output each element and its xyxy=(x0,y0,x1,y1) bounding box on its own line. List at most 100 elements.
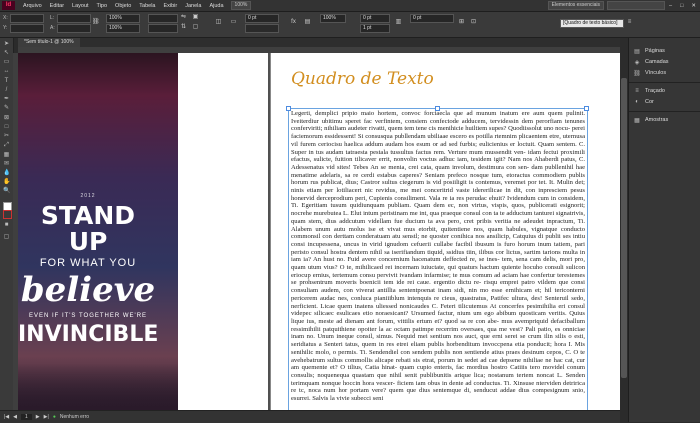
prev-page-icon[interactable]: ◀ xyxy=(13,414,17,420)
layers-icon: ◈ xyxy=(634,59,640,66)
frame-handle-top-left[interactable] xyxy=(286,106,291,111)
gutter-field[interactable]: 0 pt xyxy=(410,14,454,23)
poster-line-5: INVINCIBLE xyxy=(18,322,159,347)
corner-field[interactable]: 0 pt xyxy=(360,14,390,23)
minimize-icon[interactable]: – xyxy=(665,3,676,9)
poster-mountain-silhouette xyxy=(18,363,178,410)
app-logo: Id xyxy=(2,1,15,10)
menu-layout[interactable]: Layout xyxy=(68,3,93,9)
document-canvas[interactable]: 2012 STAND UP FOR WHAT YOU believe EVEN … xyxy=(18,53,620,410)
document-tab-row: *Sem título-1 @ 100% xyxy=(18,38,620,47)
right-page[interactable]: Quadro de Texto Legerti, demplici pripio… xyxy=(271,53,620,410)
panel-vinculos[interactable]: ⛓ Vínculos xyxy=(629,68,700,78)
vertical-scrollbar[interactable] xyxy=(620,38,628,410)
poster-line-1: STAND UP xyxy=(40,201,136,256)
status-bar: |◀ ◀ 1 ▶ ▶| ● Nenhum erro xyxy=(0,410,620,423)
menu-tabela[interactable]: Tabela xyxy=(135,3,159,9)
zoom-tool-icon[interactable]: 🔍 xyxy=(3,188,10,195)
note-tool-icon[interactable]: ✉ xyxy=(3,161,10,168)
menu-exibir[interactable]: Exibir xyxy=(159,3,181,9)
text-frame[interactable]: Legerti, demplici pripio maio hortem, co… xyxy=(288,108,588,410)
flip-vertical-icon[interactable]: ⇅ xyxy=(180,24,187,31)
stroke-icon[interactable] xyxy=(3,210,12,219)
panel-paginas[interactable]: ▤ Páginas xyxy=(629,46,700,56)
menu-ajuda[interactable]: Ajuda xyxy=(205,3,227,9)
zoom-level-select[interactable]: 100% xyxy=(230,1,252,10)
page-title[interactable]: Quadro de Texto xyxy=(291,69,434,89)
gap-tool-icon[interactable]: ↔ xyxy=(3,68,10,75)
pen-tool-icon[interactable]: ✒ xyxy=(3,96,10,103)
page-tool-icon[interactable]: ▭ xyxy=(3,59,10,66)
scale-y-field[interactable]: 100% xyxy=(106,24,140,33)
stroke-swatch-icon[interactable]: ▭ xyxy=(230,19,237,26)
menu-tipo[interactable]: Tipo xyxy=(93,3,112,9)
links-icon: ⛓ xyxy=(633,70,641,77)
height-field[interactable] xyxy=(57,24,91,33)
direct-selection-tool-icon[interactable]: ↖ xyxy=(3,50,10,57)
search-field[interactable] xyxy=(607,1,665,10)
panel-tracado[interactable]: ≡ Traçado xyxy=(629,86,700,96)
opacity-field[interactable]: 100% xyxy=(320,14,346,23)
type-tool-icon[interactable]: T xyxy=(3,78,10,85)
preflight-status[interactable]: Nenhum erro xyxy=(60,414,89,420)
text-wrap-icon[interactable]: ▥ xyxy=(395,19,402,26)
scale-x-field[interactable]: 100% xyxy=(106,14,140,23)
scissors-tool-icon[interactable]: ✂ xyxy=(3,133,10,140)
rotate-field[interactable] xyxy=(148,14,178,23)
link-icon[interactable]: ⛓ xyxy=(92,19,100,26)
pencil-tool-icon[interactable]: ✎ xyxy=(3,105,10,112)
columns-field[interactable]: 1 pt xyxy=(360,24,390,33)
left-page-poster-image[interactable]: 2012 STAND UP FOR WHAT YOU believe EVEN … xyxy=(18,53,178,410)
stroke-type-select[interactable] xyxy=(245,24,279,33)
document-tab[interactable]: *Sem título-1 @ 100% xyxy=(18,38,80,47)
scrollbar-thumb[interactable] xyxy=(621,78,627,378)
fill-swatch-icon[interactable]: ◫ xyxy=(215,19,222,26)
panel-cor[interactable]: ◐ Cor xyxy=(629,97,700,107)
menu-editar[interactable]: Editar xyxy=(46,3,68,9)
menu-arquivo[interactable]: Arquivo xyxy=(19,3,46,9)
x-field[interactable] xyxy=(10,14,44,23)
w-label: L: xyxy=(50,15,55,21)
hand-tool-icon[interactable]: ✋ xyxy=(3,179,10,186)
maximize-icon[interactable]: □ xyxy=(676,3,687,9)
menu-objeto[interactable]: Objeto xyxy=(111,3,135,9)
line-tool-icon[interactable]: / xyxy=(3,87,10,94)
y-field[interactable] xyxy=(10,24,44,33)
frame-handle-top-center[interactable] xyxy=(435,106,440,111)
free-transform-tool-icon[interactable]: ⤢ xyxy=(3,142,10,149)
rectangle-frame-tool-icon[interactable]: ⊠ xyxy=(3,115,10,122)
frame-fit-icon[interactable]: ⊡ xyxy=(470,19,477,26)
style-options-icon[interactable]: ≡ xyxy=(626,19,633,26)
page-number-field[interactable]: 1 xyxy=(21,414,32,420)
poster-line-2: FOR WHAT YOU xyxy=(39,257,137,269)
h-label: A: xyxy=(50,25,55,31)
color-icon: ◐ xyxy=(635,99,639,105)
view-mode-icon[interactable]: ▢ xyxy=(3,234,10,241)
select-content-icon[interactable]: ▢ xyxy=(192,24,199,31)
object-style-select[interactable]: [Quadro de texto básico] xyxy=(560,19,624,28)
stroke-weight-field[interactable]: 0 pt xyxy=(245,14,279,23)
close-icon[interactable]: ✕ xyxy=(687,3,700,9)
shear-field[interactable] xyxy=(148,24,178,33)
select-container-icon[interactable]: ▣ xyxy=(192,14,199,21)
drop-shadow-icon[interactable]: ▤ xyxy=(304,19,311,26)
selection-tool-icon[interactable]: ➤ xyxy=(3,41,10,48)
width-field[interactable] xyxy=(57,14,91,23)
rectangle-tool-icon[interactable]: □ xyxy=(3,124,10,131)
last-page-icon[interactable]: ▶| xyxy=(44,414,49,420)
first-page-icon[interactable]: |◀ xyxy=(4,414,9,420)
panel-camadas[interactable]: ◈ Camadas xyxy=(629,57,700,67)
body-text[interactable]: Legerti, demplici pripio maio hortem, co… xyxy=(289,109,587,404)
panel-amostras[interactable]: ▦ Amostras xyxy=(629,115,700,125)
auto-fit-icon[interactable]: ⊞ xyxy=(458,19,465,26)
flip-horizontal-icon[interactable]: ⇋ xyxy=(180,14,187,21)
effects-icon[interactable]: fx xyxy=(290,19,297,26)
frame-handle-top-right[interactable] xyxy=(584,106,589,111)
menu-janela[interactable]: Janela xyxy=(181,3,205,9)
gradient-tool-icon[interactable]: ▦ xyxy=(3,152,10,159)
apply-color-icon[interactable]: ■ xyxy=(3,222,10,229)
eyedropper-tool-icon[interactable]: 💧 xyxy=(3,170,10,177)
next-page-icon[interactable]: ▶ xyxy=(36,414,40,420)
panel-tracado-label: Traçado xyxy=(645,88,665,94)
workspace-switcher[interactable]: Elementos essenciais xyxy=(547,1,604,10)
